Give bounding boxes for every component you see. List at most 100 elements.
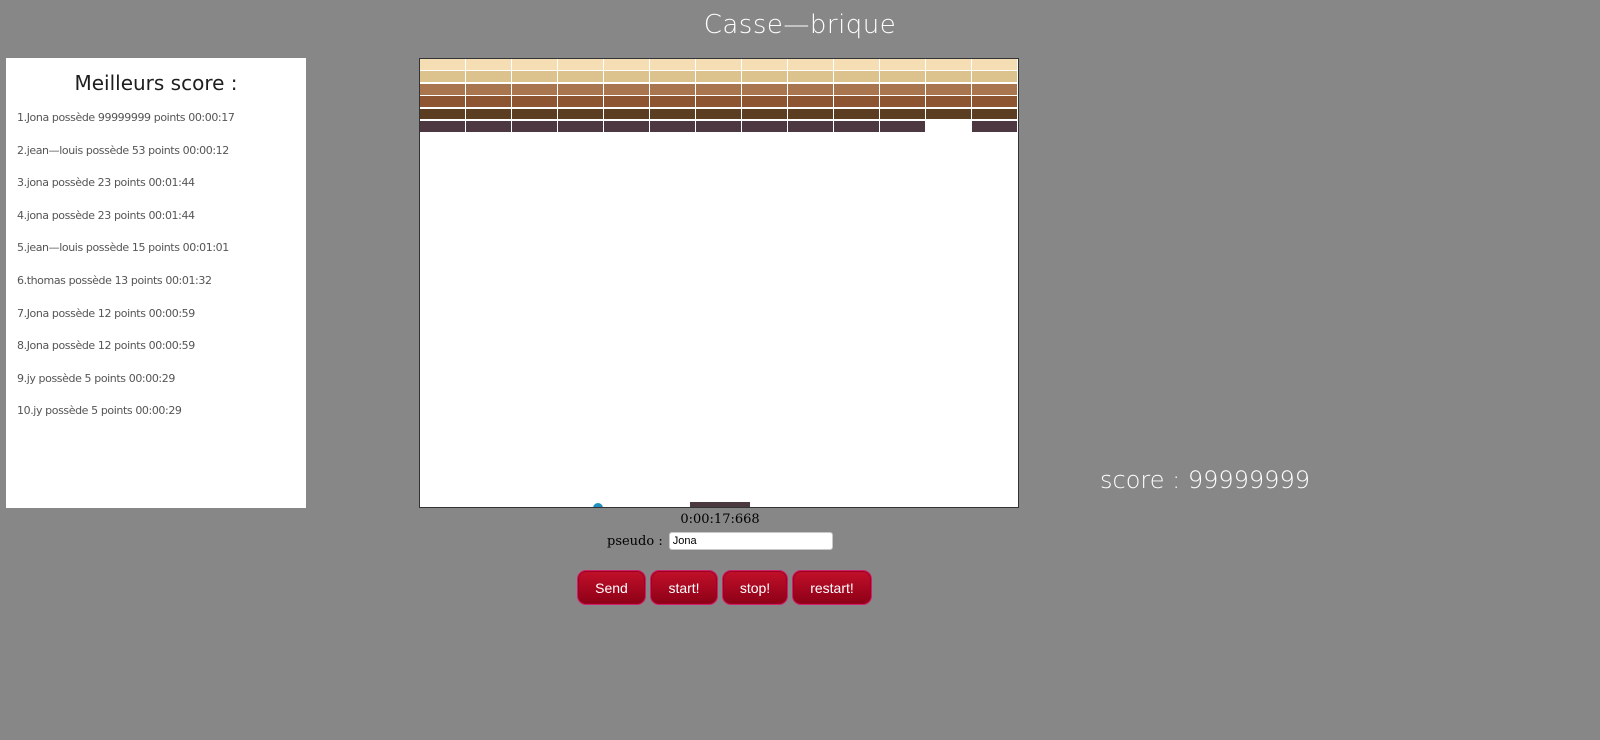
leaderboard-title: Meilleurs score :	[74, 71, 238, 95]
brick	[742, 121, 787, 132]
brick	[420, 121, 465, 132]
brick	[788, 71, 833, 83]
brick	[788, 108, 833, 120]
brick	[972, 71, 1017, 83]
brick	[834, 108, 879, 120]
leaderboard-list: 1.Jona possède 99999999 points 00:00:17 …	[6, 109, 306, 435]
brick	[420, 71, 465, 83]
brick	[742, 96, 787, 108]
pseudo-label: pseudo :	[607, 533, 663, 549]
brick	[650, 59, 695, 70]
brick	[466, 71, 511, 83]
brick	[558, 71, 603, 83]
brick	[466, 96, 511, 108]
brick	[650, 108, 695, 120]
brick	[650, 83, 695, 95]
brick	[558, 83, 603, 95]
brick	[604, 108, 649, 120]
brick	[742, 59, 787, 70]
pseudo-input[interactable]	[668, 532, 833, 550]
stop-button[interactable]: stop!	[722, 570, 788, 605]
brick	[512, 108, 557, 120]
game-timer: 0:00:17:668	[680, 512, 760, 527]
brick	[696, 59, 741, 70]
brick	[466, 121, 511, 132]
brick	[742, 83, 787, 95]
brick	[926, 59, 971, 70]
brick	[512, 83, 557, 95]
brick	[466, 83, 511, 95]
paddle[interactable]	[690, 502, 750, 507]
leaderboard-entry: 3.jona possède 23 points 00:01:44	[17, 176, 195, 190]
brick	[512, 96, 557, 108]
brick	[466, 59, 511, 70]
leaderboard-panel: Meilleurs score : 1.Jona possède 9999999…	[6, 58, 306, 508]
brick	[604, 121, 649, 132]
score-display: score : 99999999	[1100, 466, 1310, 494]
brick	[926, 71, 971, 83]
brick	[696, 108, 741, 120]
start-button[interactable]: start!	[650, 570, 718, 605]
leaderboard-entry: 10.jy possède 5 points 00:00:29	[17, 404, 182, 418]
brick	[420, 96, 465, 108]
ball	[593, 503, 603, 507]
leaderboard-entry: 2.jean—louis possède 53 points 00:00:12	[17, 143, 229, 157]
brick	[834, 121, 879, 132]
leaderboard-entry: 5.jean—louis possède 15 points 00:01:01	[17, 241, 229, 255]
brick	[558, 121, 603, 132]
brick	[650, 121, 695, 132]
brick	[788, 121, 833, 132]
brick	[834, 83, 879, 95]
brick	[558, 96, 603, 108]
brick	[512, 59, 557, 70]
brick	[696, 83, 741, 95]
brick	[926, 96, 971, 108]
brick	[558, 108, 603, 120]
restart-button[interactable]: restart!	[792, 570, 872, 605]
brick	[650, 71, 695, 83]
leaderboard-entry: 7.Jona possède 12 points 00:00:59	[17, 306, 195, 320]
brick	[926, 108, 971, 120]
brick	[420, 108, 465, 120]
leaderboard-entry: 8.Jona possède 12 points 00:00:59	[17, 339, 195, 353]
pseudo-row: pseudo :	[607, 530, 833, 552]
brick	[512, 121, 557, 132]
brick	[696, 96, 741, 108]
brick	[420, 59, 465, 70]
brick	[604, 96, 649, 108]
game-board[interactable]	[419, 58, 1019, 508]
brick	[650, 96, 695, 108]
brick	[604, 59, 649, 70]
page-title: Casse—brique	[703, 10, 897, 40]
brick	[880, 96, 925, 108]
brick	[880, 108, 925, 120]
brick	[880, 83, 925, 95]
brick	[558, 59, 603, 70]
leaderboard-entry: 4.jona possède 23 points 00:01:44	[17, 208, 195, 222]
brick	[788, 59, 833, 70]
brick	[420, 83, 465, 95]
brick	[880, 121, 925, 132]
brick	[880, 59, 925, 70]
brick	[972, 121, 1017, 132]
brick	[696, 71, 741, 83]
button-group: Send start! stop! restart!	[577, 570, 872, 605]
brick	[834, 71, 879, 83]
leaderboard-entry: 6.thomas possède 13 points 00:01:32	[17, 273, 212, 287]
brick	[788, 83, 833, 95]
brick	[880, 71, 925, 83]
brick	[788, 96, 833, 108]
brick	[834, 96, 879, 108]
brick	[604, 71, 649, 83]
leaderboard-entry: 9.jy possède 5 points 00:00:29	[17, 371, 175, 385]
send-button[interactable]: Send	[577, 570, 646, 605]
brick	[604, 83, 649, 95]
brick	[696, 121, 741, 132]
brick	[972, 108, 1017, 120]
brick	[972, 59, 1017, 70]
leaderboard-entry: 1.Jona possède 99999999 points 00:00:17	[17, 111, 235, 124]
brick	[466, 108, 511, 120]
brick	[972, 96, 1017, 108]
brick	[834, 59, 879, 70]
brick	[742, 108, 787, 120]
